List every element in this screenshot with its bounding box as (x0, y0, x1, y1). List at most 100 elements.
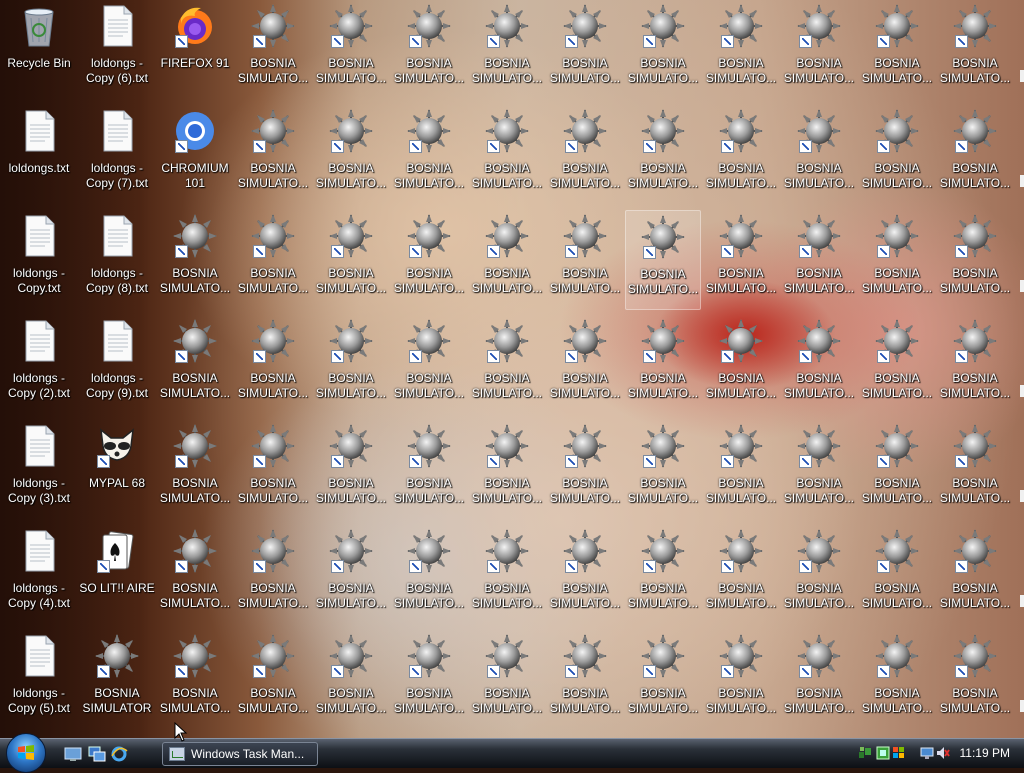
bosnia-simulator-shortcut[interactable]: BOSNIA SIMULATO... (313, 630, 389, 730)
bosnia-simulator-shortcut[interactable]: BOSNIA SIMULATO... (703, 420, 779, 520)
bosnia-simulator-shortcut[interactable]: BOSNIA SIMULATO... (625, 210, 701, 310)
txt-copy-6[interactable]: loldongs - Copy (6).txt (79, 0, 155, 100)
bosnia-simulator-shortcut[interactable]: BOSNIA SIMULATO... (469, 0, 545, 100)
green-app-icon[interactable] (876, 746, 890, 760)
bosnia-simulator-shortcut[interactable]: BOSNIA SIMULATO... (781, 420, 857, 520)
bosnia-simulator-shortcut[interactable]: BOSNIA SIMULATO... (313, 0, 389, 100)
bosnia-simulator-shortcut[interactable]: BOSNIA SIMULATO... (157, 210, 233, 310)
bosnia-simulator-main[interactable]: BOSNIA SIMULATOR (79, 630, 155, 730)
bosnia-simulator-shortcut[interactable]: BOSNIA SIMULATO... (781, 0, 857, 100)
bosnia-simulator-shortcut[interactable]: BOSNIA SIMULATO... (235, 0, 311, 100)
bosnia-simulator-shortcut[interactable]: BOSNIA SIMULATO... (703, 315, 779, 415)
bosnia-simulator-shortcut[interactable]: BOSNIA SIMULATO... (235, 105, 311, 205)
bosnia-simulator-shortcut[interactable]: BOSNIA SIMULATO... (235, 525, 311, 625)
bosnia-simulator-shortcut[interactable]: BOSNIA SIMULATO... (469, 630, 545, 730)
clock[interactable]: 11:19 PM (960, 739, 1010, 767)
bosnia-simulator-shortcut[interactable]: BOSNIA SIMULATO... (235, 210, 311, 310)
bosnia-simulator-shortcut[interactable]: BOSNIA SIMULATO... (391, 525, 467, 625)
txt-copy-4[interactable]: loldongs - Copy (4).txt (1, 525, 77, 625)
bosnia-simulator-shortcut[interactable]: BOSNIA SIMULATO... (547, 630, 623, 730)
bosnia-simulator-shortcut[interactable]: BOSNIA SIMULATO... (703, 210, 779, 310)
bosnia-simulator-shortcut[interactable]: BOSNIA SIMULATO... (625, 525, 701, 625)
bosnia-simulator-shortcut[interactable]: BOSNIA SIMULATO... (313, 315, 389, 415)
bosnia-simulator-shortcut[interactable]: BOSNIA SIMULATO... (547, 420, 623, 520)
txt-copy-2[interactable]: loldongs - Copy (2).txt (1, 315, 77, 415)
bosnia-simulator-shortcut[interactable]: BOSNIA SIMULATO... (937, 210, 1013, 310)
start-button[interactable] (6, 733, 46, 773)
bosnia-simulator-shortcut[interactable]: BOSNIA SIMULATO... (625, 420, 701, 520)
bosnia-simulator-shortcut[interactable]: BOSNIA SIMULATO... (235, 420, 311, 520)
bosnia-simulator-shortcut[interactable]: BOSNIA SIMULATO... (859, 210, 935, 310)
bosnia-simulator-shortcut[interactable]: BOSNIA SIMULATO... (313, 525, 389, 625)
display-icon[interactable] (920, 746, 934, 760)
txt-copy[interactable]: loldongs - Copy.txt (1, 210, 77, 310)
bosnia-simulator-shortcut[interactable]: BOSNIA SIMULATO... (157, 630, 233, 730)
bosnia-simulator-shortcut[interactable]: BOSNIA SIMULATO... (859, 0, 935, 100)
bosnia-simulator-shortcut[interactable]: BOSNIA SIMULATO... (625, 0, 701, 100)
bosnia-simulator-shortcut[interactable]: BOSNIA SIMULATO... (391, 0, 467, 100)
bosnia-simulator-shortcut[interactable]: BOSNIA SIMULATO... (703, 105, 779, 205)
bosnia-simulator-shortcut[interactable]: BOSNIA SIMULATO... (547, 105, 623, 205)
switch-windows-icon[interactable] (88, 746, 106, 762)
bosnia-simulator-shortcut[interactable]: BOSNIA SIMULATO... (781, 315, 857, 415)
bosnia-simulator-shortcut[interactable]: BOSNIA SIMULATO... (937, 525, 1013, 625)
bosnia-simulator-shortcut[interactable]: BOSNIA SIMULATO... (391, 105, 467, 205)
recycle-bin[interactable]: Recycle Bin (1, 0, 77, 100)
mypal[interactable]: MYPAL 68 (79, 420, 155, 520)
bosnia-simulator-shortcut[interactable]: BOSNIA SIMULATO... (313, 105, 389, 205)
txt-copy-9[interactable]: loldongs - Copy (9).txt (79, 315, 155, 415)
bosnia-simulator-shortcut[interactable]: BOSNIA SIMULATO... (313, 420, 389, 520)
bosnia-simulator-shortcut[interactable]: BOSNIA SIMULATO... (313, 210, 389, 310)
bosnia-simulator-shortcut[interactable]: BOSNIA SIMULATO... (547, 315, 623, 415)
txt-copy-5[interactable]: loldongs - Copy (5).txt (1, 630, 77, 730)
bosnia-simulator-shortcut[interactable]: BOSNIA SIMULATO... (937, 315, 1013, 415)
network-icon[interactable] (858, 746, 872, 760)
bosnia-simulator-shortcut[interactable]: BOSNIA SIMULATO... (547, 525, 623, 625)
bosnia-simulator-shortcut[interactable]: BOSNIA SIMULATO... (859, 525, 935, 625)
bosnia-simulator-shortcut[interactable]: BOSNIA SIMULATO... (937, 105, 1013, 205)
windows-tray-icon[interactable] (892, 746, 906, 760)
bosnia-simulator-shortcut[interactable]: BOSNIA SIMULATO... (235, 630, 311, 730)
txt-copy-3[interactable]: loldongs - Copy (3).txt (1, 420, 77, 520)
bosnia-simulator-shortcut[interactable]: BOSNIA SIMULATO... (625, 315, 701, 415)
bosnia-simulator-shortcut[interactable]: BOSNIA SIMULATO... (469, 525, 545, 625)
txt-copy-8[interactable]: loldongs - Copy (8).txt (79, 210, 155, 310)
bosnia-simulator-shortcut[interactable]: BOSNIA SIMULATO... (469, 315, 545, 415)
bosnia-simulator-shortcut[interactable]: BOSNIA SIMULATO... (391, 630, 467, 730)
bosnia-simulator-shortcut[interactable]: BOSNIA SIMULATO... (781, 210, 857, 310)
bosnia-simulator-shortcut[interactable]: BOSNIA SIMULATO... (625, 105, 701, 205)
txt-loldongs[interactable]: loldongs.txt (1, 105, 77, 205)
bosnia-simulator-shortcut[interactable]: BOSNIA SIMULATO... (469, 210, 545, 310)
bosnia-simulator-shortcut[interactable]: BOSNIA SIMULATO... (157, 315, 233, 415)
bosnia-simulator-shortcut[interactable]: BOSNIA SIMULATO... (937, 0, 1013, 100)
bosnia-simulator-shortcut[interactable]: BOSNIA SIMULATO... (859, 315, 935, 415)
task-button-task-manager[interactable]: Windows Task Man... (162, 742, 318, 766)
bosnia-simulator-shortcut[interactable]: BOSNIA SIMULATO... (781, 105, 857, 205)
bosnia-simulator-shortcut[interactable]: BOSNIA SIMULATO... (391, 210, 467, 310)
txt-copy-7[interactable]: loldongs - Copy (7).txt (79, 105, 155, 205)
bosnia-simulator-shortcut[interactable]: BOSNIA SIMULATO... (781, 525, 857, 625)
bosnia-simulator-shortcut[interactable]: BOSNIA SIMULATO... (703, 0, 779, 100)
bosnia-simulator-shortcut[interactable]: BOSNIA SIMULATO... (859, 630, 935, 730)
bosnia-simulator-shortcut[interactable]: BOSNIA SIMULATO... (157, 420, 233, 520)
bosnia-simulator-shortcut[interactable]: BOSNIA SIMULATO... (391, 420, 467, 520)
chromium[interactable]: CHROMIUM 101 (157, 105, 233, 205)
bosnia-simulator-shortcut[interactable]: BOSNIA SIMULATO... (937, 420, 1013, 520)
bosnia-simulator-shortcut[interactable]: BOSNIA SIMULATO... (703, 525, 779, 625)
bosnia-simulator-shortcut[interactable]: BOSNIA SIMULATO... (469, 420, 545, 520)
bosnia-simulator-shortcut[interactable]: BOSNIA SIMULATO... (547, 0, 623, 100)
internet-explorer-icon[interactable] (110, 746, 128, 762)
bosnia-simulator-shortcut[interactable]: BOSNIA SIMULATO... (625, 630, 701, 730)
bosnia-simulator-shortcut[interactable]: BOSNIA SIMULATO... (391, 315, 467, 415)
bosnia-simulator-shortcut[interactable]: BOSNIA SIMULATO... (547, 210, 623, 310)
bosnia-simulator-shortcut[interactable]: BOSNIA SIMULATO... (703, 630, 779, 730)
bosnia-simulator-shortcut[interactable]: BOSNIA SIMULATO... (937, 630, 1013, 730)
bosnia-simulator-shortcut[interactable]: BOSNIA SIMULATO... (859, 420, 935, 520)
bosnia-simulator-shortcut[interactable]: BOSNIA SIMULATO... (157, 525, 233, 625)
solitaire[interactable]: SO LIT!! AIRE (79, 525, 155, 625)
bosnia-simulator-shortcut[interactable]: BOSNIA SIMULATO... (235, 315, 311, 415)
volume-muted-icon[interactable] (936, 746, 950, 760)
bosnia-simulator-shortcut[interactable]: BOSNIA SIMULATO... (469, 105, 545, 205)
show-desktop-icon[interactable] (64, 746, 82, 762)
firefox[interactable]: FIREFOX 91 (157, 0, 233, 100)
